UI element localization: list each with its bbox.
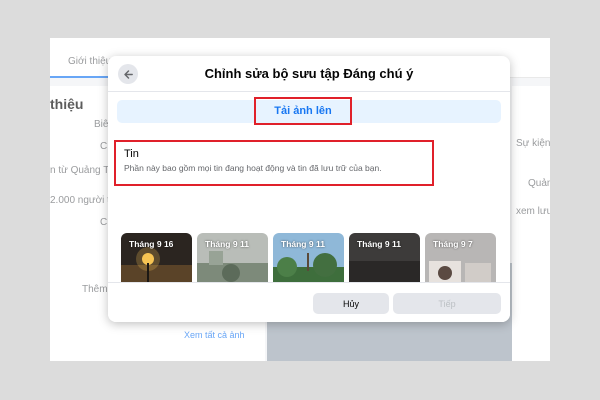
arrow-left-icon [123, 69, 133, 79]
story-date: Tháng 9 7 [433, 239, 473, 249]
back-button[interactable] [118, 64, 138, 84]
dialog-header: Chỉnh sửa bộ sưu tập Đáng chú ý [108, 56, 510, 92]
story-thumbnail[interactable]: Tháng 9 7 [425, 233, 496, 289]
story-date: Tháng 9 11 [357, 239, 401, 249]
cancel-button[interactable]: Hủy [313, 293, 389, 314]
story-date: Tháng 9 11 [281, 239, 325, 249]
story-thumbnail[interactable]: Tháng 9 11 [273, 233, 344, 289]
story-date: Tháng 9 11 [205, 239, 249, 249]
story-thumbnail[interactable]: Tháng 9 16 [121, 233, 192, 289]
upload-photo-button[interactable]: Tải ảnh lên [254, 97, 352, 125]
dialog-title: Chỉnh sửa bộ sưu tập Đáng chú ý [204, 66, 414, 81]
story-thumbnail[interactable]: Tháng 9 11 [197, 233, 268, 289]
stories-section: Tin Phần này bao gồm mọi tin đang hoạt đ… [114, 140, 434, 186]
dialog-footer: Hủy Tiếp [108, 282, 510, 322]
stories-title: Tin [124, 148, 139, 160]
story-date: Tháng 9 16 [129, 239, 174, 249]
stories-description: Phần này bao gồm mọi tin đang hoạt động … [124, 163, 382, 173]
next-button[interactable]: Tiếp [393, 293, 501, 314]
edit-featured-dialog: Chỉnh sửa bộ sưu tập Đáng chú ý Tải ảnh … [108, 56, 510, 322]
story-thumbnails: Tháng 9 16 Tháng 9 11 Tháng 9 11 Tháng 9… [121, 233, 510, 289]
story-thumbnail[interactable]: Tháng 9 11 [349, 233, 420, 289]
